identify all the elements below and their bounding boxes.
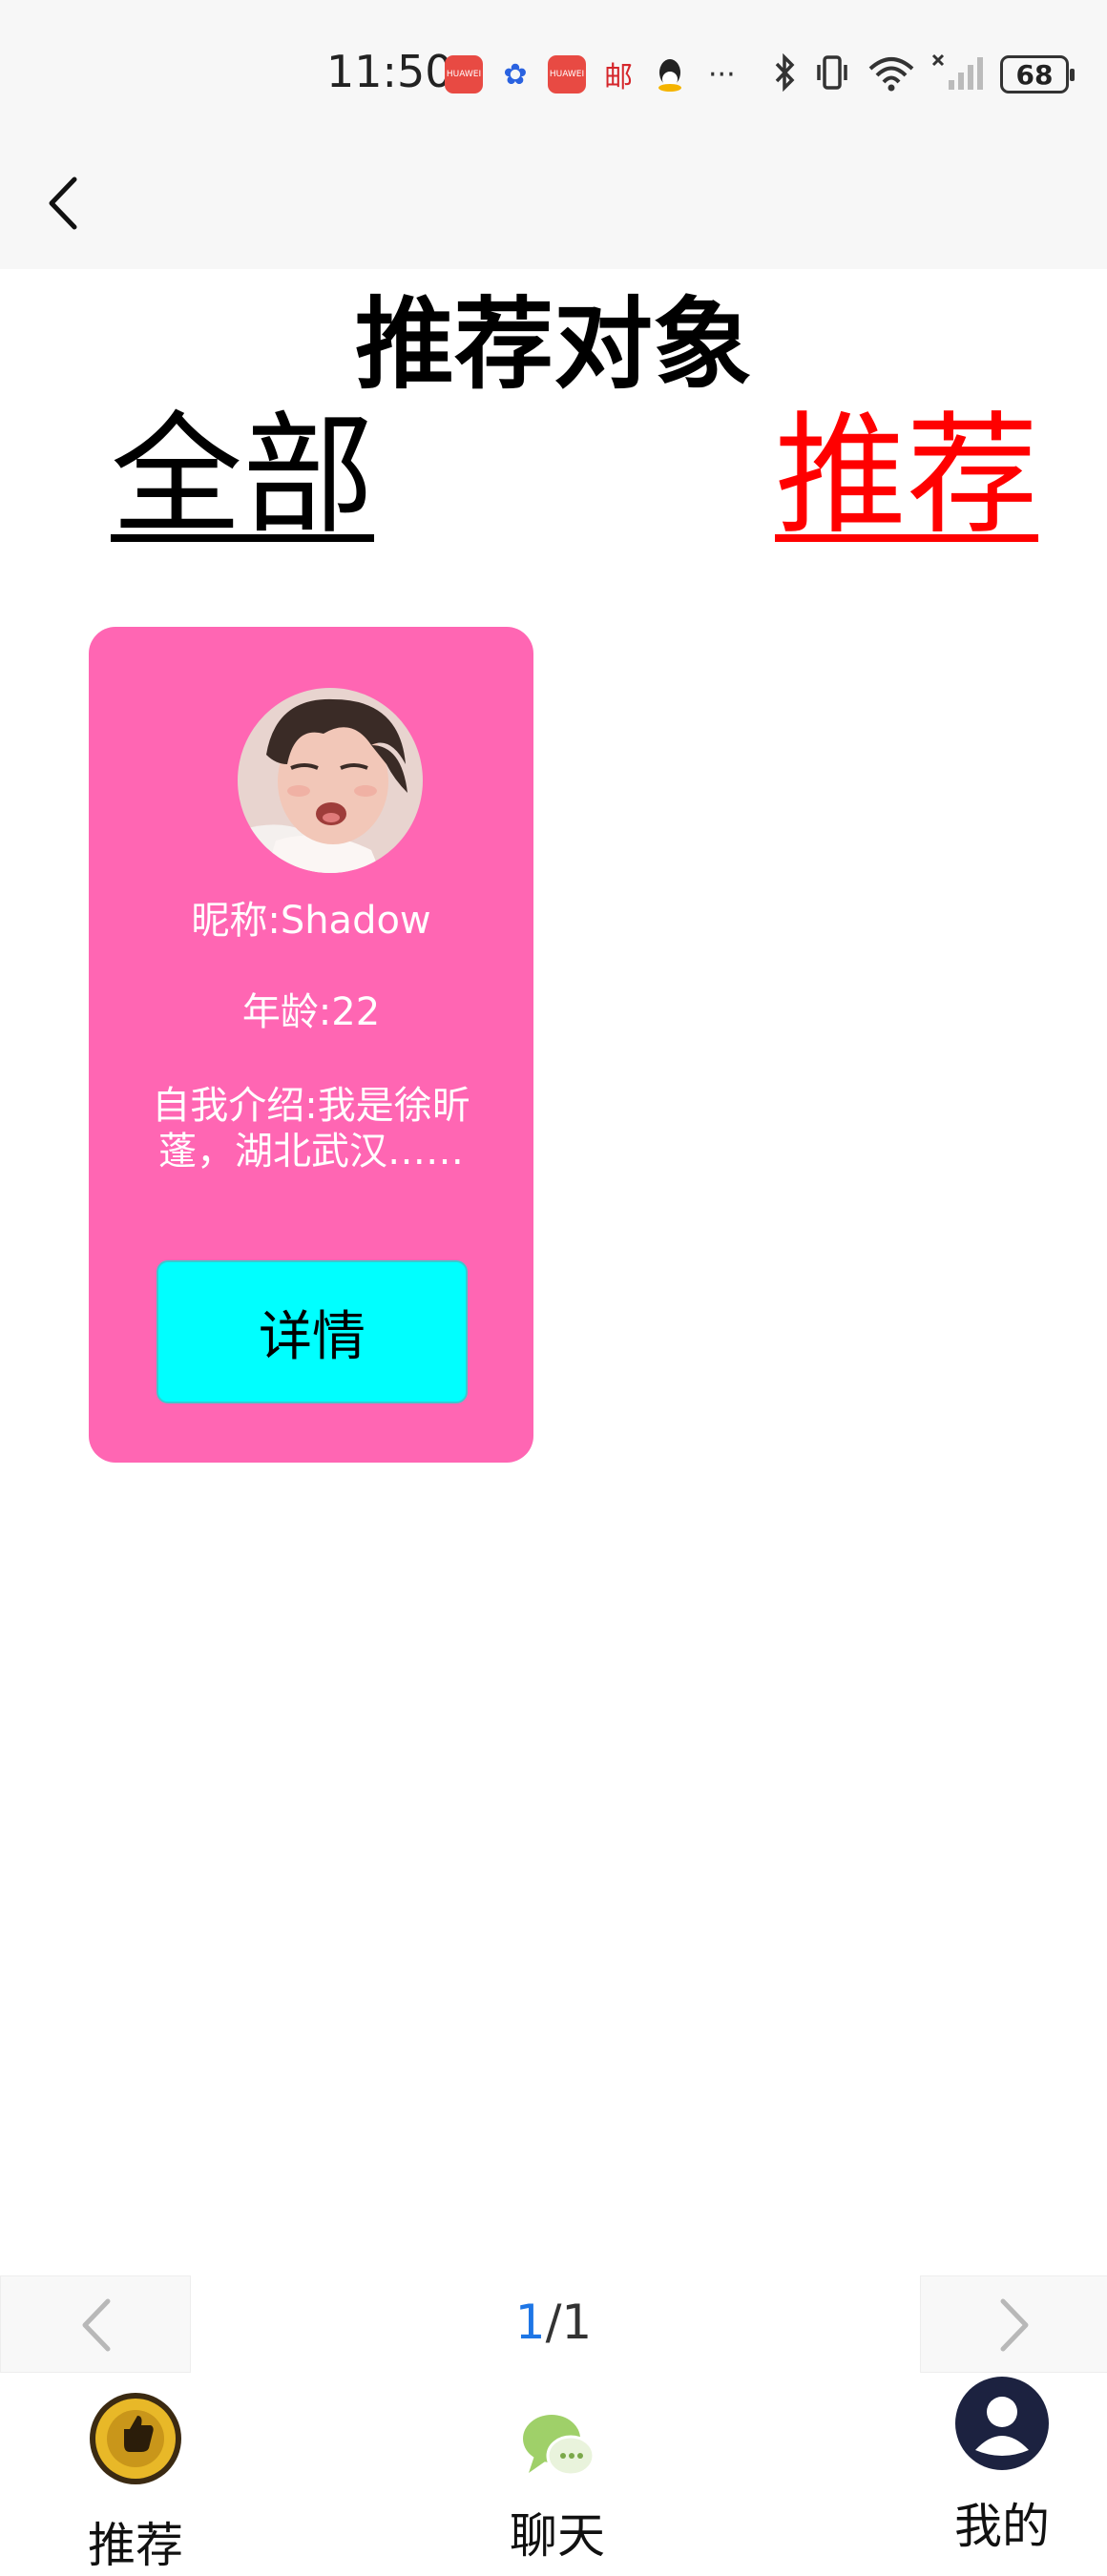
recommend-badge-icon [88, 2391, 183, 2490]
bluetooth-icon [773, 52, 798, 95]
nickname: 昵称:Shadow [191, 899, 431, 943]
page-separator: / [545, 2295, 562, 2350]
wifi-icon [867, 53, 916, 95]
tab-all[interactable]: 全部 [111, 368, 374, 559]
avatar [238, 688, 423, 873]
profile-card: 昵称:Shadow 年龄:22 自我介绍:我是徐昕蓬，湖北武汉…… 详情 [89, 627, 533, 1463]
status-bar: 11:50 HUAWEI ✿ HUAWEI 邮 ··· 68 [0, 0, 1107, 269]
nav-chat-label: 聊天 [510, 2508, 605, 2564]
postal-icon: 邮 [604, 61, 633, 94]
huawei-icon: HUAWEI [445, 55, 483, 93]
system-icons: 68 [773, 52, 1075, 95]
baidu-icon: ✿ [503, 57, 528, 92]
qq-icon [651, 55, 689, 93]
total-pages: 1 [561, 2295, 593, 2350]
current-page: 1 [514, 2295, 546, 2350]
notification-icons: HUAWEI ✿ HUAWEI 邮 ··· [445, 55, 736, 94]
nav-recommend[interactable]: 推荐 [21, 2391, 250, 2573]
more-icon: ··· [708, 57, 736, 92]
vibrate-icon [813, 53, 851, 95]
battery-indicator: 68 [1000, 55, 1075, 93]
chat-icon [521, 2412, 597, 2486]
tab-recommend[interactable]: 推荐 [775, 368, 1038, 559]
self-introduction: 自我介绍:我是徐昕蓬，湖北武汉…… [152, 1084, 470, 1174]
nav-recommend-label: 推荐 [88, 2518, 183, 2573]
signal-icon [931, 53, 985, 95]
detail-button[interactable]: 详情 [157, 1260, 468, 1403]
nav-mine[interactable]: 我的 [888, 2377, 1107, 2572]
nav-mine-label: 我的 [954, 2499, 1050, 2554]
nav-chat[interactable]: 聊天 [443, 2391, 672, 2572]
status-time: 11:50 [326, 46, 453, 97]
next-page-button[interactable] [920, 2275, 1107, 2373]
user-icon [954, 2376, 1050, 2475]
age: 年龄:22 [241, 990, 381, 1034]
huawei-icon: HUAWEI [548, 55, 586, 93]
back-button[interactable] [38, 170, 95, 237]
